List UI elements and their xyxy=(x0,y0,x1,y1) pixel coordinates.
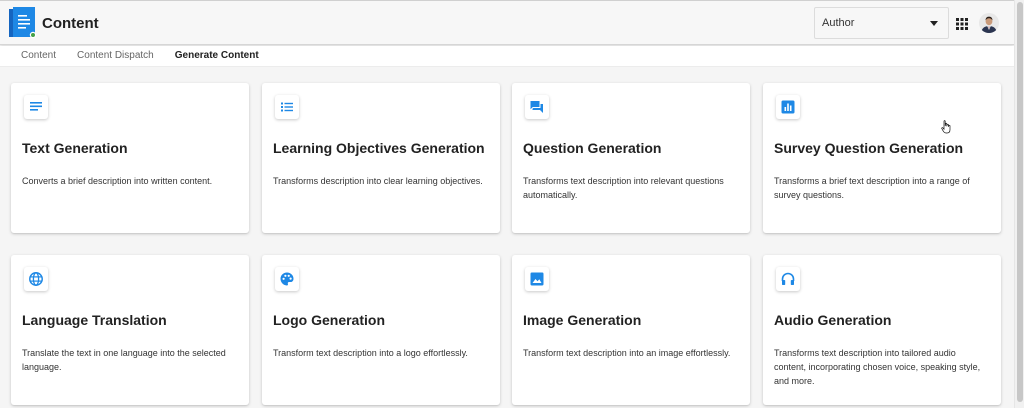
card-description: Converts a brief description into writte… xyxy=(22,176,213,186)
card-description: Transforms description into clear learni… xyxy=(273,176,483,186)
question-chat-icon xyxy=(529,100,543,113)
tab-content-dispatch[interactable]: Content Dispatch xyxy=(77,49,154,63)
content-tabs: Content Content Dispatch Generate Conten… xyxy=(0,46,1014,67)
apps-grid-icon[interactable] xyxy=(956,18,968,30)
card-survey-question-generation[interactable]: Survey Question Generation Transforms a … xyxy=(763,83,1001,233)
card-title: Learning Objectives Generation xyxy=(273,140,485,156)
app-title: Content xyxy=(42,15,99,32)
card-image-generation[interactable]: Image Generation Transform text descript… xyxy=(512,255,750,405)
vertical-scrollbar[interactable] xyxy=(1014,0,1024,408)
card-title: Text Generation xyxy=(22,140,128,156)
card-description: Transform text description into a logo e… xyxy=(273,348,468,358)
card-description: Transforms text description into tailore… xyxy=(774,348,981,386)
role-select[interactable]: Author xyxy=(814,7,949,39)
palette-icon xyxy=(280,272,294,286)
card-title: Survey Question Generation xyxy=(774,140,964,156)
tab-content[interactable]: Content xyxy=(21,49,56,63)
card-text-generation[interactable]: Text Generation Converts a brief descrip… xyxy=(11,83,249,233)
content-app-logo-icon[interactable] xyxy=(9,7,37,39)
card-title: Question Generation xyxy=(523,140,662,156)
card-logo-generation[interactable]: Logo Generation Transform text descripti… xyxy=(262,255,500,405)
card-description: Transform text description into an image… xyxy=(523,348,731,358)
card-audio-generation[interactable]: Audio Generation Transforms text descrip… xyxy=(763,255,1001,405)
poll-chart-icon xyxy=(781,100,795,114)
tab-generate-content[interactable]: Generate Content xyxy=(175,49,259,63)
user-avatar[interactable] xyxy=(979,13,999,33)
card-title: Image Generation xyxy=(523,312,642,328)
globe-icon xyxy=(29,272,43,286)
card-title: Audio Generation xyxy=(774,312,892,328)
headphones-icon xyxy=(781,272,795,285)
card-description: Transforms a brief text description into… xyxy=(774,176,970,200)
role-select-value: Author xyxy=(822,17,855,29)
scrollbar-thumb[interactable] xyxy=(1017,2,1023,402)
image-icon xyxy=(530,272,544,286)
card-title: Language Translation xyxy=(22,312,167,328)
card-language-translation[interactable]: Language Translation Translate the text … xyxy=(11,255,249,405)
text-lines-icon xyxy=(30,102,42,111)
card-question-generation[interactable]: Question Generation Transforms text desc… xyxy=(512,83,750,233)
hand-cursor-icon xyxy=(941,120,951,134)
card-description: Translate the text in one language into … xyxy=(22,348,226,372)
card-learning-objectives-generation[interactable]: Learning Objectives Generation Transform… xyxy=(262,83,500,233)
bulleted-list-icon xyxy=(281,102,293,112)
top-app-bar: Content Author xyxy=(0,0,1014,45)
card-title: Logo Generation xyxy=(273,312,385,328)
dropdown-caret-icon xyxy=(930,21,938,26)
card-description: Transforms text description into relevan… xyxy=(523,176,724,200)
